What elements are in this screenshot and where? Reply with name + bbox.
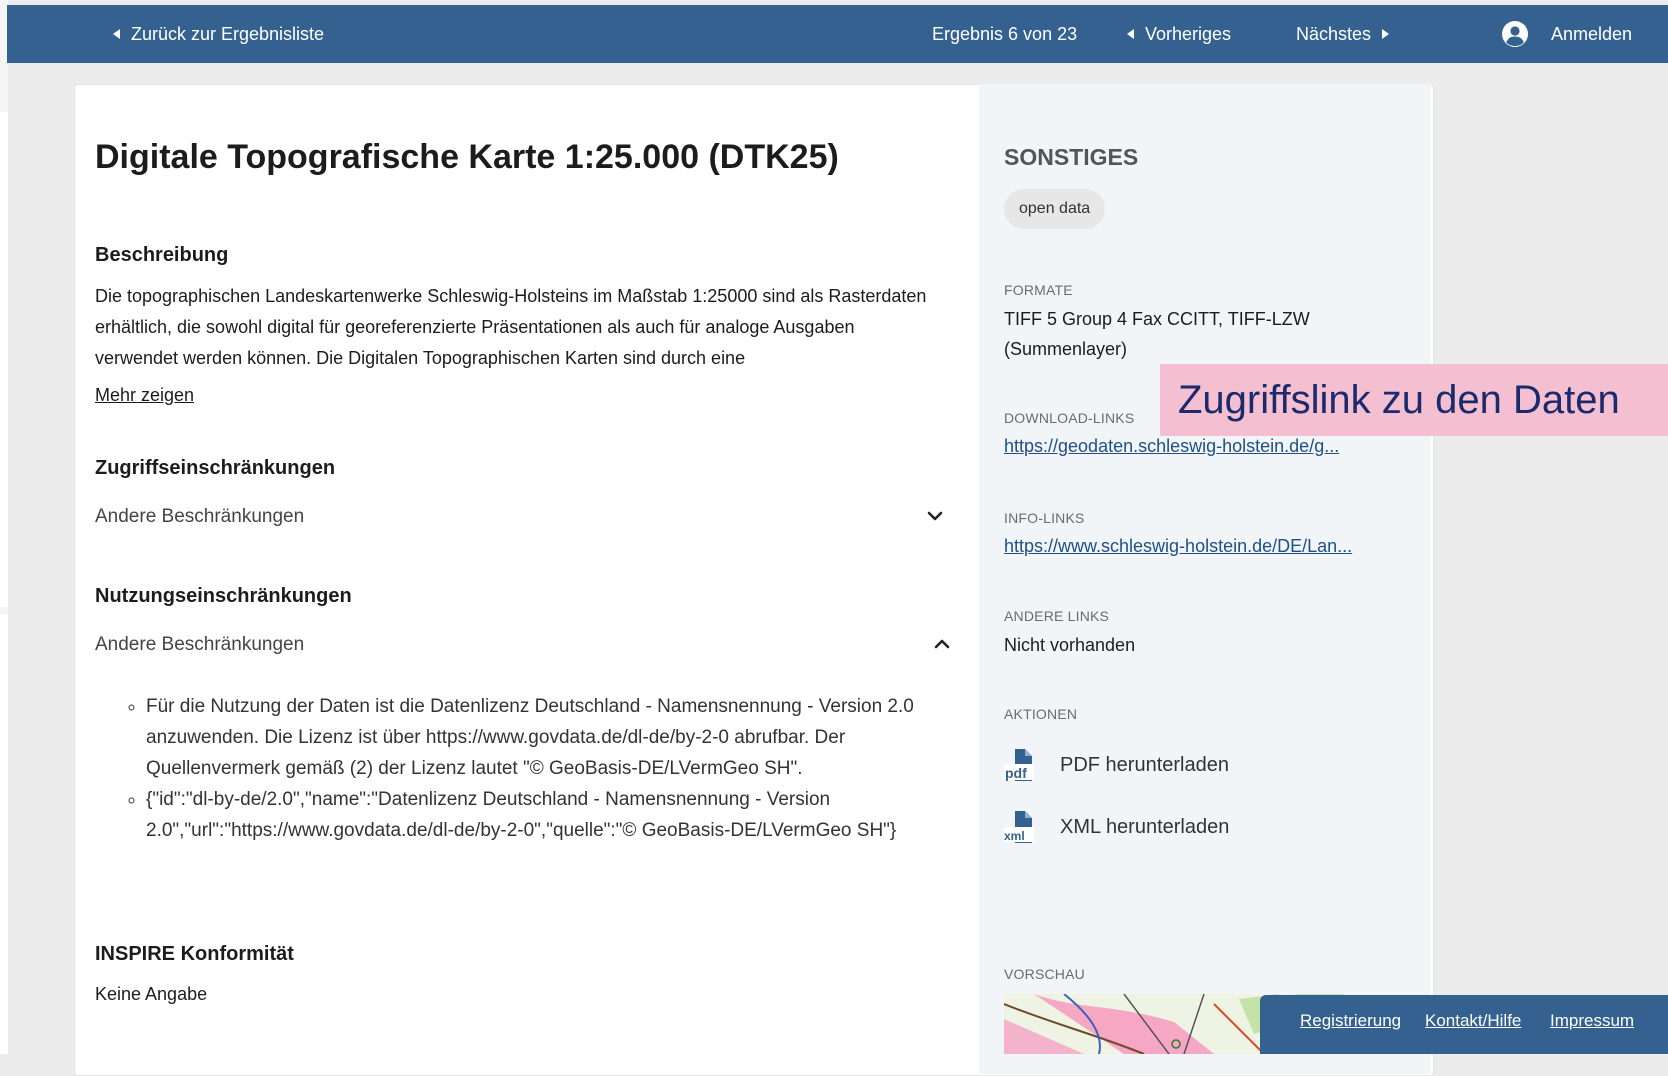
chevron-down-icon[interactable] <box>926 507 944 525</box>
tag-badge[interactable]: open data <box>1004 189 1106 229</box>
formats-value: TIFF 5 Group 4 Fax CCITT, TIFF-LZW (Summ… <box>1004 309 1310 359</box>
inspire-heading: INSPIRE Konformität <box>95 943 294 965</box>
back-to-results-label: Zurück zur Ergebnisliste <box>131 23 325 44</box>
other-links-value: Nicht vorhanden <box>1004 635 1136 655</box>
metadata-sidebar <box>979 84 1431 1074</box>
usage-restrictions-value[interactable]: Andere Beschränkungen <box>95 634 304 656</box>
actions-label: AKTIONEN <box>1004 706 1078 722</box>
xml-download-label: XML herunterladen <box>1060 815 1230 838</box>
info-link[interactable]: https://www.schleswig-holstein.de/DE/Lan… <box>1004 536 1352 557</box>
next-result-link[interactable]: Nächstes <box>1296 5 1390 63</box>
usage-restrictions-list: Für die Nutzung der Daten ist die Datenl… <box>120 691 971 846</box>
inspire-value: Keine Angabe <box>95 984 208 1004</box>
back-to-results-link[interactable]: Zurück zur Ergebnisliste <box>113 5 324 63</box>
annotation-callout: Zugriffslink zu den Daten <box>1160 364 1668 436</box>
access-restrictions-heading: Zugriffseinschränkungen <box>95 457 336 479</box>
svg-text:pdf: pdf <box>1005 765 1027 781</box>
info-links-label: INFO-LINKS <box>1004 510 1085 526</box>
footer-bar: Registrierung Kontakt/Hilfe Impressum <box>1260 995 1668 1054</box>
download-link[interactable]: https://geodaten.schleswig-holstein.de/g… <box>1004 436 1339 457</box>
previous-label: Vorheriges <box>1145 23 1232 44</box>
description-text: Die topographischen Landeskartenwerke Sc… <box>95 286 927 368</box>
access-restrictions-value[interactable]: Andere Beschränkungen <box>95 506 304 528</box>
formats-label: FORMATE <box>1004 282 1073 298</box>
user-avatar-icon <box>1502 21 1528 47</box>
footer-contact-link[interactable]: Kontakt/Hilfe <box>1425 1011 1521 1031</box>
background-page-edge <box>0 0 8 1054</box>
footer-imprint-link[interactable]: Impressum <box>1550 1011 1634 1031</box>
background-card <box>0 112 8 607</box>
svg-text:xml: xml <box>1004 829 1025 843</box>
result-counter: Ergebnis 6 von 23 <box>932 23 1078 44</box>
pdf-file-icon: pdf <box>1004 749 1034 781</box>
previous-result-link[interactable]: Vorheriges <box>1127 5 1231 63</box>
chevron-up-icon[interactable] <box>933 635 951 653</box>
sidebar-heading: SONSTIGES <box>1004 144 1139 170</box>
next-label: Nächstes <box>1296 23 1372 44</box>
login-label: Anmelden <box>1551 23 1633 44</box>
xml-download-button[interactable]: xml XML herunterladen <box>1004 810 1229 844</box>
top-nav-bar: Zurück zur Ergebnisliste Ergebnis 6 von … <box>7 5 1668 63</box>
login-button[interactable]: Anmelden <box>1501 5 1632 63</box>
list-item: {"id":"dl-by-de/2.0","name":"Datenlizenz… <box>146 784 971 846</box>
show-more-link[interactable]: Mehr zeigen <box>95 385 194 406</box>
list-item: Für die Nutzung der Daten ist die Datenl… <box>146 691 971 784</box>
usage-restrictions-heading: Nutzungseinschränkungen <box>95 585 352 607</box>
footer-register-link[interactable]: Registrierung <box>1300 1011 1401 1031</box>
background-card <box>0 614 8 1054</box>
caret-left-icon <box>1127 29 1134 39</box>
caret-right-icon <box>1382 29 1390 39</box>
description-heading: Beschreibung <box>95 244 229 266</box>
page-title: Digitale Topografische Karte 1:25.000 (D… <box>95 138 839 176</box>
download-links-label: DOWNLOAD-LINKS <box>1004 410 1135 426</box>
pdf-download-label: PDF herunterladen <box>1060 753 1229 776</box>
preview-label: VORSCHAU <box>1004 966 1085 982</box>
other-links-label: ANDERE LINKS <box>1004 608 1110 624</box>
xml-file-icon: xml <box>1004 811 1034 843</box>
caret-left-icon <box>113 29 120 39</box>
pdf-download-button[interactable]: pdf PDF herunterladen <box>1004 748 1229 782</box>
